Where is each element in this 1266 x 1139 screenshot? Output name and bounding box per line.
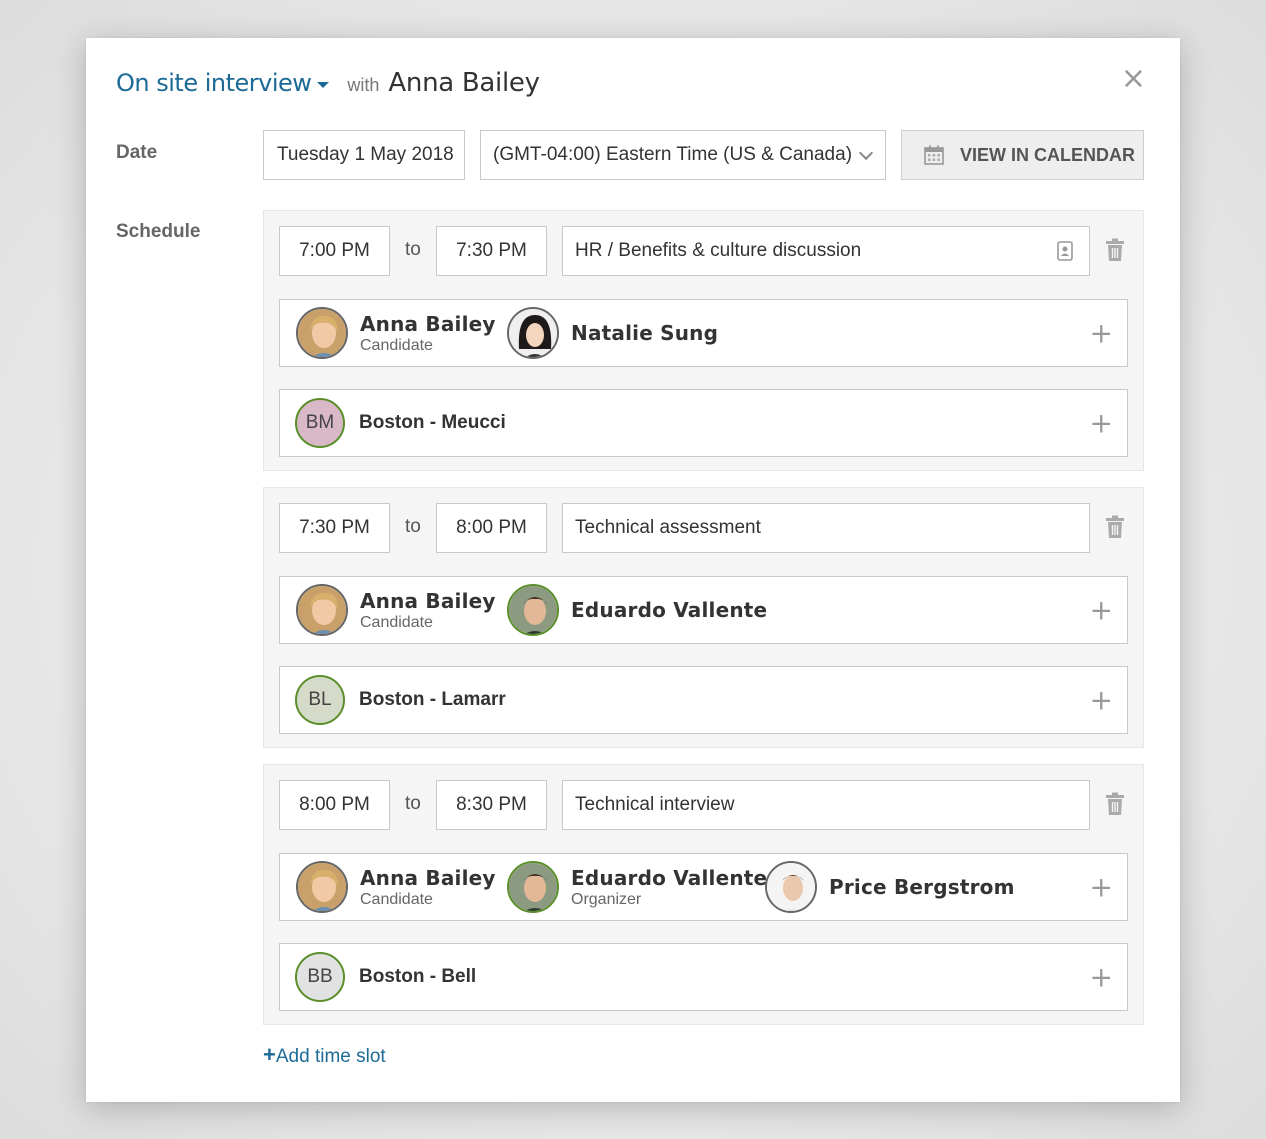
room-avatar: BM: [295, 398, 345, 448]
caret-down-icon: [317, 82, 330, 88]
room-box: BL Boston - Lamarr +: [279, 666, 1128, 734]
attendee-candidate[interactable]: Anna Bailey Candidate: [296, 854, 496, 920]
end-time-input[interactable]: 8:00 PM: [436, 503, 547, 553]
attendee-name: Price Bergstrom: [829, 875, 1015, 899]
attendee-name: Eduardo Vallente: [571, 865, 768, 890]
attendee-role: Organizer: [571, 890, 642, 908]
candidate-name: Anna Bailey: [388, 68, 540, 98]
trash-icon[interactable]: [1105, 792, 1125, 816]
attendee-text: Natalie Sung: [571, 321, 718, 345]
close-icon[interactable]: ×: [1121, 64, 1146, 94]
attendee-organizer[interactable]: Eduardo Vallente Organizer: [507, 854, 767, 920]
attendees-box: Anna Bailey Candidate Eduardo Vallente +: [279, 576, 1128, 644]
room-box: BM Boston - Meucci +: [279, 389, 1128, 457]
topic-input[interactable]: HR / Benefits & culture discussion: [562, 226, 1090, 276]
avatar: [765, 861, 817, 913]
attendee-name: Natalie Sung: [571, 321, 719, 345]
interview-dialog: On site interview with Anna Bailey × Dat…: [86, 38, 1180, 1102]
schedule-label: Schedule: [116, 221, 201, 242]
avatar: [507, 307, 559, 359]
timezone-select[interactable]: (GMT-04:00) Eastern Time (US & Canada): [480, 130, 886, 180]
add-room-plus-icon[interactable]: +: [1090, 684, 1113, 717]
avatar: [296, 584, 348, 636]
to-label: to: [405, 239, 421, 260]
add-room-plus-icon[interactable]: +: [1090, 407, 1113, 440]
avatar: [507, 861, 559, 913]
attendee-text: Anna Bailey Candidate: [360, 312, 496, 355]
topic-value: Technical interview: [575, 794, 735, 815]
trash-icon[interactable]: [1105, 515, 1125, 539]
topic-value: Technical assessment: [575, 517, 761, 538]
add-time-slot-link[interactable]: +Add time slot: [263, 1042, 386, 1068]
chevron-down-icon: [858, 145, 874, 160]
date-label: Date: [116, 142, 158, 163]
attendee-text: Anna Bailey Candidate: [360, 866, 496, 909]
attendees-box: Anna Bailey Candidate Eduardo Vallente O…: [279, 853, 1128, 921]
avatar: [507, 584, 559, 636]
trash-icon[interactable]: [1105, 238, 1125, 262]
attendee-candidate[interactable]: Anna Bailey Candidate: [296, 300, 496, 366]
attendees-box: Anna Bailey Candidate Natalie Sung +: [279, 299, 1128, 367]
topic-input[interactable]: Technical assessment: [562, 503, 1090, 553]
attendee-text: Anna Bailey Candidate: [360, 589, 496, 632]
time-slot: 7:00 PM to 7:30 PM HR / Benefits & cultu…: [263, 210, 1144, 471]
plus-icon: +: [263, 1042, 276, 1067]
interview-type-label: On site interview: [116, 69, 312, 97]
end-time-input[interactable]: 7:30 PM: [436, 226, 547, 276]
room-name: Boston - Lamarr: [359, 689, 506, 710]
time-slot: 8:00 PM to 8:30 PM Technical interview A…: [263, 764, 1144, 1025]
timezone-value: (GMT-04:00) Eastern Time (US & Canada): [493, 144, 853, 165]
view-in-calendar-button[interactable]: VIEW IN CALENDAR: [901, 130, 1144, 180]
attendee-text: Eduardo Vallente Organizer: [571, 866, 767, 909]
view-in-calendar-label: VIEW IN CALENDAR: [960, 144, 1135, 165]
topic-value: HR / Benefits & culture discussion: [575, 240, 862, 261]
attendee-name: Anna Bailey: [360, 588, 496, 613]
attendee-interviewer[interactable]: Eduardo Vallente: [507, 577, 767, 643]
room-name: Boston - Bell: [359, 966, 477, 987]
attendee-candidate[interactable]: Anna Bailey Candidate: [296, 577, 496, 643]
add-attendee-plus-icon[interactable]: +: [1090, 594, 1113, 627]
topic-input[interactable]: Technical interview: [562, 780, 1090, 830]
to-label: to: [405, 793, 421, 814]
room-avatar: BB: [295, 952, 345, 1002]
attendee-text: Price Bergstrom: [829, 875, 1015, 899]
add-time-slot-label: Add time slot: [275, 1046, 386, 1067]
avatar: [296, 861, 348, 913]
room-box: BB Boston - Bell +: [279, 943, 1128, 1011]
attendee-name: Anna Bailey: [360, 311, 496, 336]
add-attendee-plus-icon[interactable]: +: [1090, 317, 1113, 350]
add-room-plus-icon[interactable]: +: [1090, 961, 1113, 994]
date-input[interactable]: Tuesday 1 May 2018: [263, 130, 465, 180]
add-attendee-plus-icon[interactable]: +: [1090, 871, 1113, 904]
calendar-icon: [924, 145, 944, 165]
start-time-input[interactable]: 7:00 PM: [279, 226, 390, 276]
attendee-role: Candidate: [360, 336, 433, 354]
contact-card-icon[interactable]: [1057, 241, 1073, 261]
end-time-input[interactable]: 8:30 PM: [436, 780, 547, 830]
attendee-role: Candidate: [360, 890, 433, 908]
interview-type-dropdown[interactable]: On site interview: [116, 69, 330, 97]
avatar: [296, 307, 348, 359]
with-label: with: [347, 75, 380, 95]
attendee-interviewer[interactable]: Natalie Sung: [507, 300, 718, 366]
attendee-interviewer[interactable]: Price Bergstrom: [765, 854, 1015, 920]
start-time-input[interactable]: 8:00 PM: [279, 780, 390, 830]
attendee-role: Candidate: [360, 613, 433, 631]
to-label: to: [405, 516, 421, 537]
attendee-name: Eduardo Vallente: [571, 598, 768, 622]
room-name: Boston - Meucci: [359, 412, 506, 433]
time-slot: 7:30 PM to 8:00 PM Technical assessment …: [263, 487, 1144, 748]
start-time-input[interactable]: 7:30 PM: [279, 503, 390, 553]
room-avatar: BL: [295, 675, 345, 725]
attendee-name: Anna Bailey: [360, 865, 496, 890]
dialog-title: On site interview with Anna Bailey: [116, 68, 540, 98]
attendee-text: Eduardo Vallente: [571, 598, 767, 622]
